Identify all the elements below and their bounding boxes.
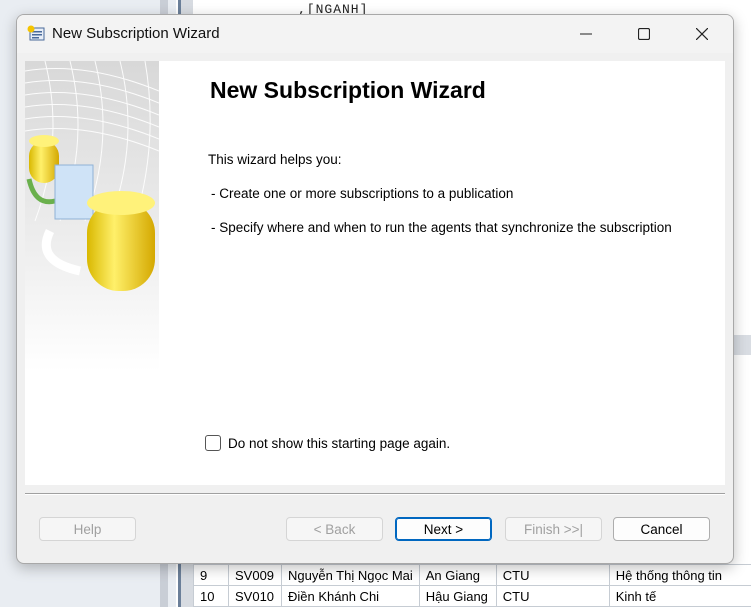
cell-id: 9 [193, 564, 229, 586]
cell-id: 10 [193, 585, 229, 607]
next-button[interactable]: Next > [395, 517, 492, 541]
close-icon [696, 28, 708, 40]
window-title: New Subscription Wizard [52, 25, 220, 42]
cell-name: Điền Khánh Chi [281, 585, 420, 607]
dont-show-checkbox[interactable] [205, 435, 221, 451]
cell-code: SV010 [228, 585, 282, 607]
list-item: - Create one or more subscriptions to a … [211, 186, 514, 201]
finish-button[interactable]: Finish >>| [505, 517, 602, 541]
cancel-button[interactable]: Cancel [613, 517, 710, 541]
cell-province: An Giang [418, 564, 497, 586]
cell-school: CTU [495, 585, 610, 607]
intro-text: This wizard helps you: [208, 152, 342, 167]
maximize-icon [638, 28, 650, 40]
wizard-app-icon [27, 25, 45, 41]
back-button[interactable]: < Back [286, 517, 383, 541]
cell-school: CTU [495, 564, 610, 586]
cell-province: Hậu Giang [418, 585, 497, 607]
wizard-content: New Subscription Wizard This wizard help… [25, 61, 725, 485]
background-header-cell [733, 335, 751, 355]
button-separator [25, 493, 725, 495]
help-button[interactable]: Help [39, 517, 136, 541]
table-row[interactable]: 9 SV009 Nguyễn Thị Ngọc Mai An Giang CTU… [193, 564, 751, 586]
page-title: New Subscription Wizard [210, 77, 486, 103]
cell-code: SV009 [228, 564, 282, 586]
title-bar[interactable]: New Subscription Wizard [17, 15, 733, 53]
list-item: - Specify where and when to run the agen… [211, 220, 672, 235]
wizard-illustration [25, 61, 159, 371]
wizard-dialog: New Subscription Wizard New Subscription… [16, 14, 734, 564]
minimize-button[interactable] [557, 15, 615, 53]
close-button[interactable] [673, 15, 731, 53]
cell-major: Kinh tế [608, 585, 751, 607]
background-results-grid: 9 SV009 Nguyễn Thị Ngọc Mai An Giang CTU… [193, 564, 751, 607]
minimize-icon [580, 33, 592, 35]
dont-show-checkbox-row[interactable]: Do not show this starting page again. [205, 435, 450, 451]
cell-name: Nguyễn Thị Ngọc Mai [281, 564, 420, 586]
cell-major: Hệ thống thông tin [608, 564, 751, 586]
table-row[interactable]: 10 SV010 Điền Khánh Chi Hậu Giang CTU Ki… [193, 585, 751, 607]
maximize-button[interactable] [615, 15, 673, 53]
dont-show-checkbox-label[interactable]: Do not show this starting page again. [228, 436, 450, 451]
